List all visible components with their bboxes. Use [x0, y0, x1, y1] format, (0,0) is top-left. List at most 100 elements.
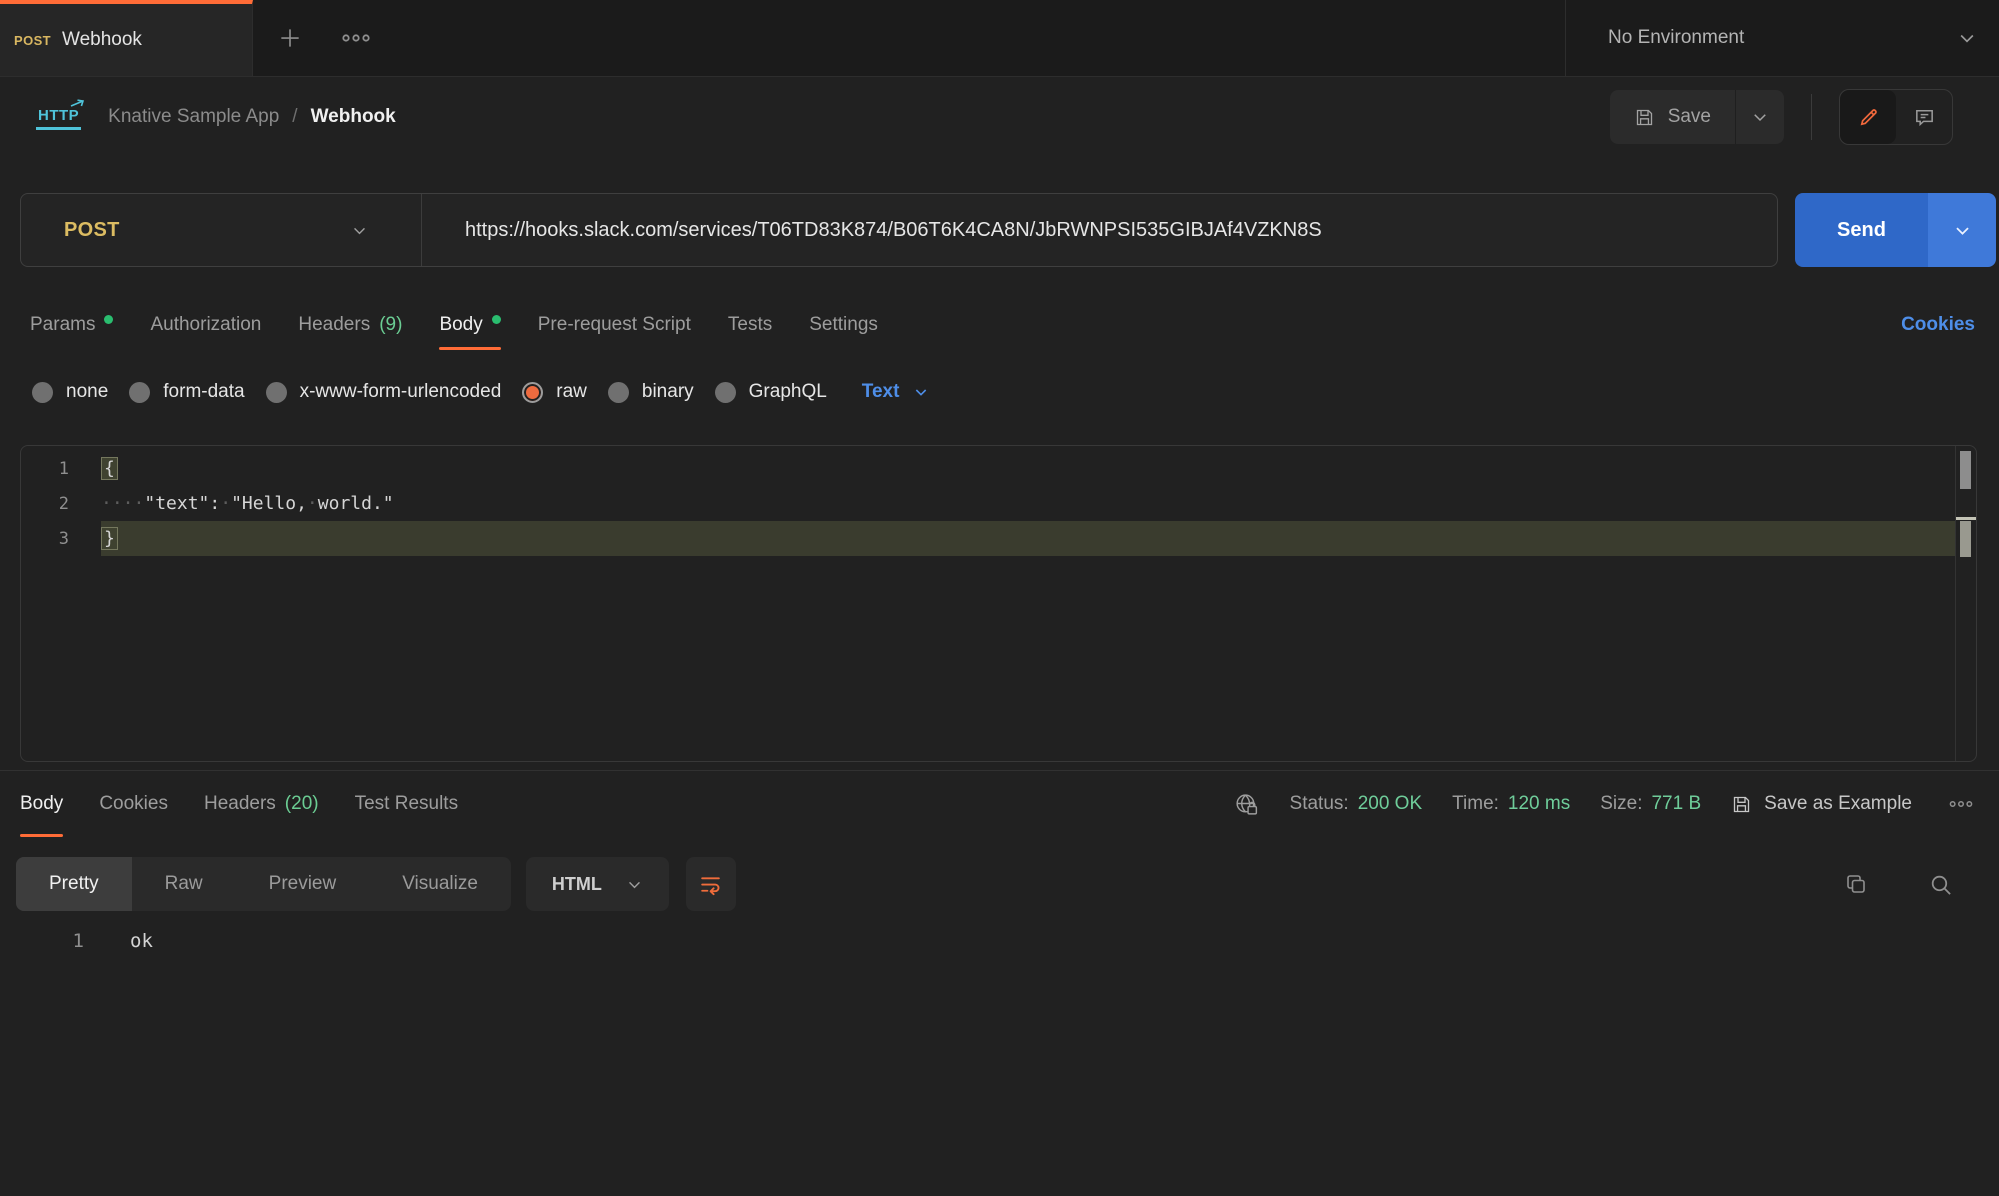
save-options-button[interactable] — [1735, 90, 1784, 144]
save-icon — [1731, 794, 1752, 815]
response-actions — [1838, 866, 1959, 903]
chevron-down-icon — [626, 876, 643, 893]
wrap-lines-button[interactable] — [686, 857, 736, 911]
save-button-group: Save — [1610, 90, 1784, 144]
chevron-down-icon — [1953, 221, 1972, 240]
copy-response-button[interactable] — [1838, 866, 1874, 902]
request-tab-bar: POST Webhook No Environment — [0, 0, 1999, 77]
size-value: 771 B — [1651, 793, 1701, 815]
mode-x-www-form-urlencoded[interactable]: x-www-form-urlencoded — [266, 381, 502, 403]
response-tab-cookies[interactable]: Cookies — [99, 771, 168, 837]
edit-mode-button[interactable] — [1840, 90, 1896, 144]
modified-dot — [492, 315, 501, 324]
send-button[interactable]: Send — [1795, 193, 1928, 267]
modified-dot — [104, 315, 113, 324]
send-options-button[interactable] — [1928, 193, 1996, 267]
url-input[interactable]: https://hooks.slack.com/services/T06TD83… — [422, 219, 1322, 242]
line-number: 1 — [21, 451, 101, 486]
request-tab[interactable]: POST Webhook — [0, 0, 253, 76]
save-as-example-button[interactable]: Save as Example — [1731, 793, 1912, 815]
response-section: Body Cookies Headers (20) Test Results — [0, 770, 1999, 1196]
editor-mode-toggle — [1839, 89, 1953, 145]
search-response-button[interactable] — [1922, 866, 1959, 903]
chevron-down-icon — [1751, 108, 1769, 126]
response-toolbar: Pretty Raw Preview Visualize HTML — [16, 857, 1959, 911]
response-tab-body[interactable]: Body — [20, 771, 63, 837]
search-icon — [1928, 872, 1953, 897]
response-format-dropdown[interactable]: HTML — [526, 857, 669, 911]
radio-unselected — [129, 382, 150, 403]
scrollbar-thumb[interactable] — [1960, 451, 1971, 489]
cookies-link[interactable]: Cookies — [1901, 314, 1975, 336]
code-content[interactable]: { — [101, 451, 1955, 486]
request-header: HTTP Knative Sample App / Webhook Save — [0, 77, 1999, 157]
environment-label: No Environment — [1608, 27, 1744, 49]
mode-form-data[interactable]: form-data — [129, 381, 244, 403]
response-body: 1 ok — [0, 926, 1999, 956]
view-preview[interactable]: Preview — [236, 857, 370, 911]
tab-headers[interactable]: Headers (9) — [298, 300, 402, 350]
code-content[interactable]: ····"text":·"Hello,·world." — [101, 486, 1955, 521]
mode-binary[interactable]: binary — [608, 381, 694, 403]
response-tabs: Body Cookies Headers (20) Test Results — [0, 771, 1999, 837]
comments-button[interactable] — [1896, 90, 1952, 144]
save-icon — [1634, 107, 1655, 128]
header-actions: Save — [1610, 89, 1953, 145]
response-headers-count: (20) — [285, 793, 319, 815]
save-button-label: Save — [1668, 106, 1711, 128]
mode-graphql[interactable]: GraphQL — [715, 381, 827, 403]
time-badge: Time: 120 ms — [1452, 793, 1570, 815]
request-body-editor: 1 { 2 ····"text":·"Hello,·world." 3 } — [20, 445, 1977, 762]
header-divider — [1811, 94, 1812, 140]
breadcrumb-separator: / — [292, 106, 297, 128]
tab-tests[interactable]: Tests — [728, 300, 772, 350]
response-tab-headers[interactable]: Headers (20) — [204, 771, 319, 837]
bracket-highlight: } — [101, 527, 118, 550]
body-mode-selector: none form-data x-www-form-urlencoded raw… — [32, 370, 1975, 414]
mode-none[interactable]: none — [32, 381, 108, 403]
tab-authorization[interactable]: Authorization — [150, 300, 261, 350]
response-options-button[interactable] — [1942, 793, 1980, 815]
response-line-number: 1 — [0, 926, 84, 956]
view-pretty[interactable]: Pretty — [16, 857, 132, 911]
save-button[interactable]: Save — [1610, 90, 1735, 144]
breadcrumb-request-name[interactable]: Webhook — [311, 106, 396, 128]
language-label: Text — [862, 381, 900, 403]
size-badge: Size: 771 B — [1600, 793, 1701, 815]
response-content: ok — [130, 926, 153, 956]
method-label: POST — [64, 219, 120, 242]
radio-unselected — [266, 382, 287, 403]
copy-icon — [1844, 872, 1868, 896]
comment-icon — [1913, 106, 1936, 129]
line-number: 3 — [21, 521, 101, 556]
mode-raw[interactable]: raw — [522, 381, 587, 403]
overview-ruler-mark — [1956, 517, 1976, 520]
tab-body[interactable]: Body — [439, 300, 500, 350]
environment-selector[interactable]: No Environment — [1565, 0, 1999, 76]
tab-settings[interactable]: Settings — [809, 300, 878, 350]
headers-count: (9) — [379, 314, 402, 336]
raw-language-dropdown[interactable]: Text — [862, 381, 930, 403]
radio-selected — [522, 382, 543, 403]
tab-params[interactable]: Params — [30, 300, 113, 350]
more-options-icon — [341, 32, 371, 44]
chevron-down-icon — [913, 384, 929, 400]
code-content[interactable]: } — [101, 521, 1955, 556]
method-dropdown[interactable]: POST — [21, 194, 421, 266]
view-visualize[interactable]: Visualize — [369, 857, 511, 911]
response-tab-test-results[interactable]: Test Results — [355, 771, 458, 837]
breadcrumb-collection[interactable]: Knative Sample App — [108, 106, 279, 128]
more-options-icon — [1948, 799, 1974, 809]
network-globe-lock-icon — [1233, 791, 1260, 818]
tab-options-button[interactable] — [335, 26, 377, 50]
chevron-down-icon — [1957, 28, 1977, 48]
new-tab-button[interactable] — [271, 19, 309, 57]
pencil-icon — [1857, 106, 1880, 129]
radio-unselected — [715, 382, 736, 403]
http-protocol-icon: HTTP — [36, 105, 81, 130]
tab-pre-request-script[interactable]: Pre-request Script — [538, 300, 691, 350]
view-raw[interactable]: Raw — [132, 857, 236, 911]
time-value: 120 ms — [1508, 793, 1570, 815]
status-badge: Status: 200 OK — [1290, 793, 1423, 815]
request-url-row: POST https://hooks.slack.com/services/T0… — [20, 193, 1996, 267]
